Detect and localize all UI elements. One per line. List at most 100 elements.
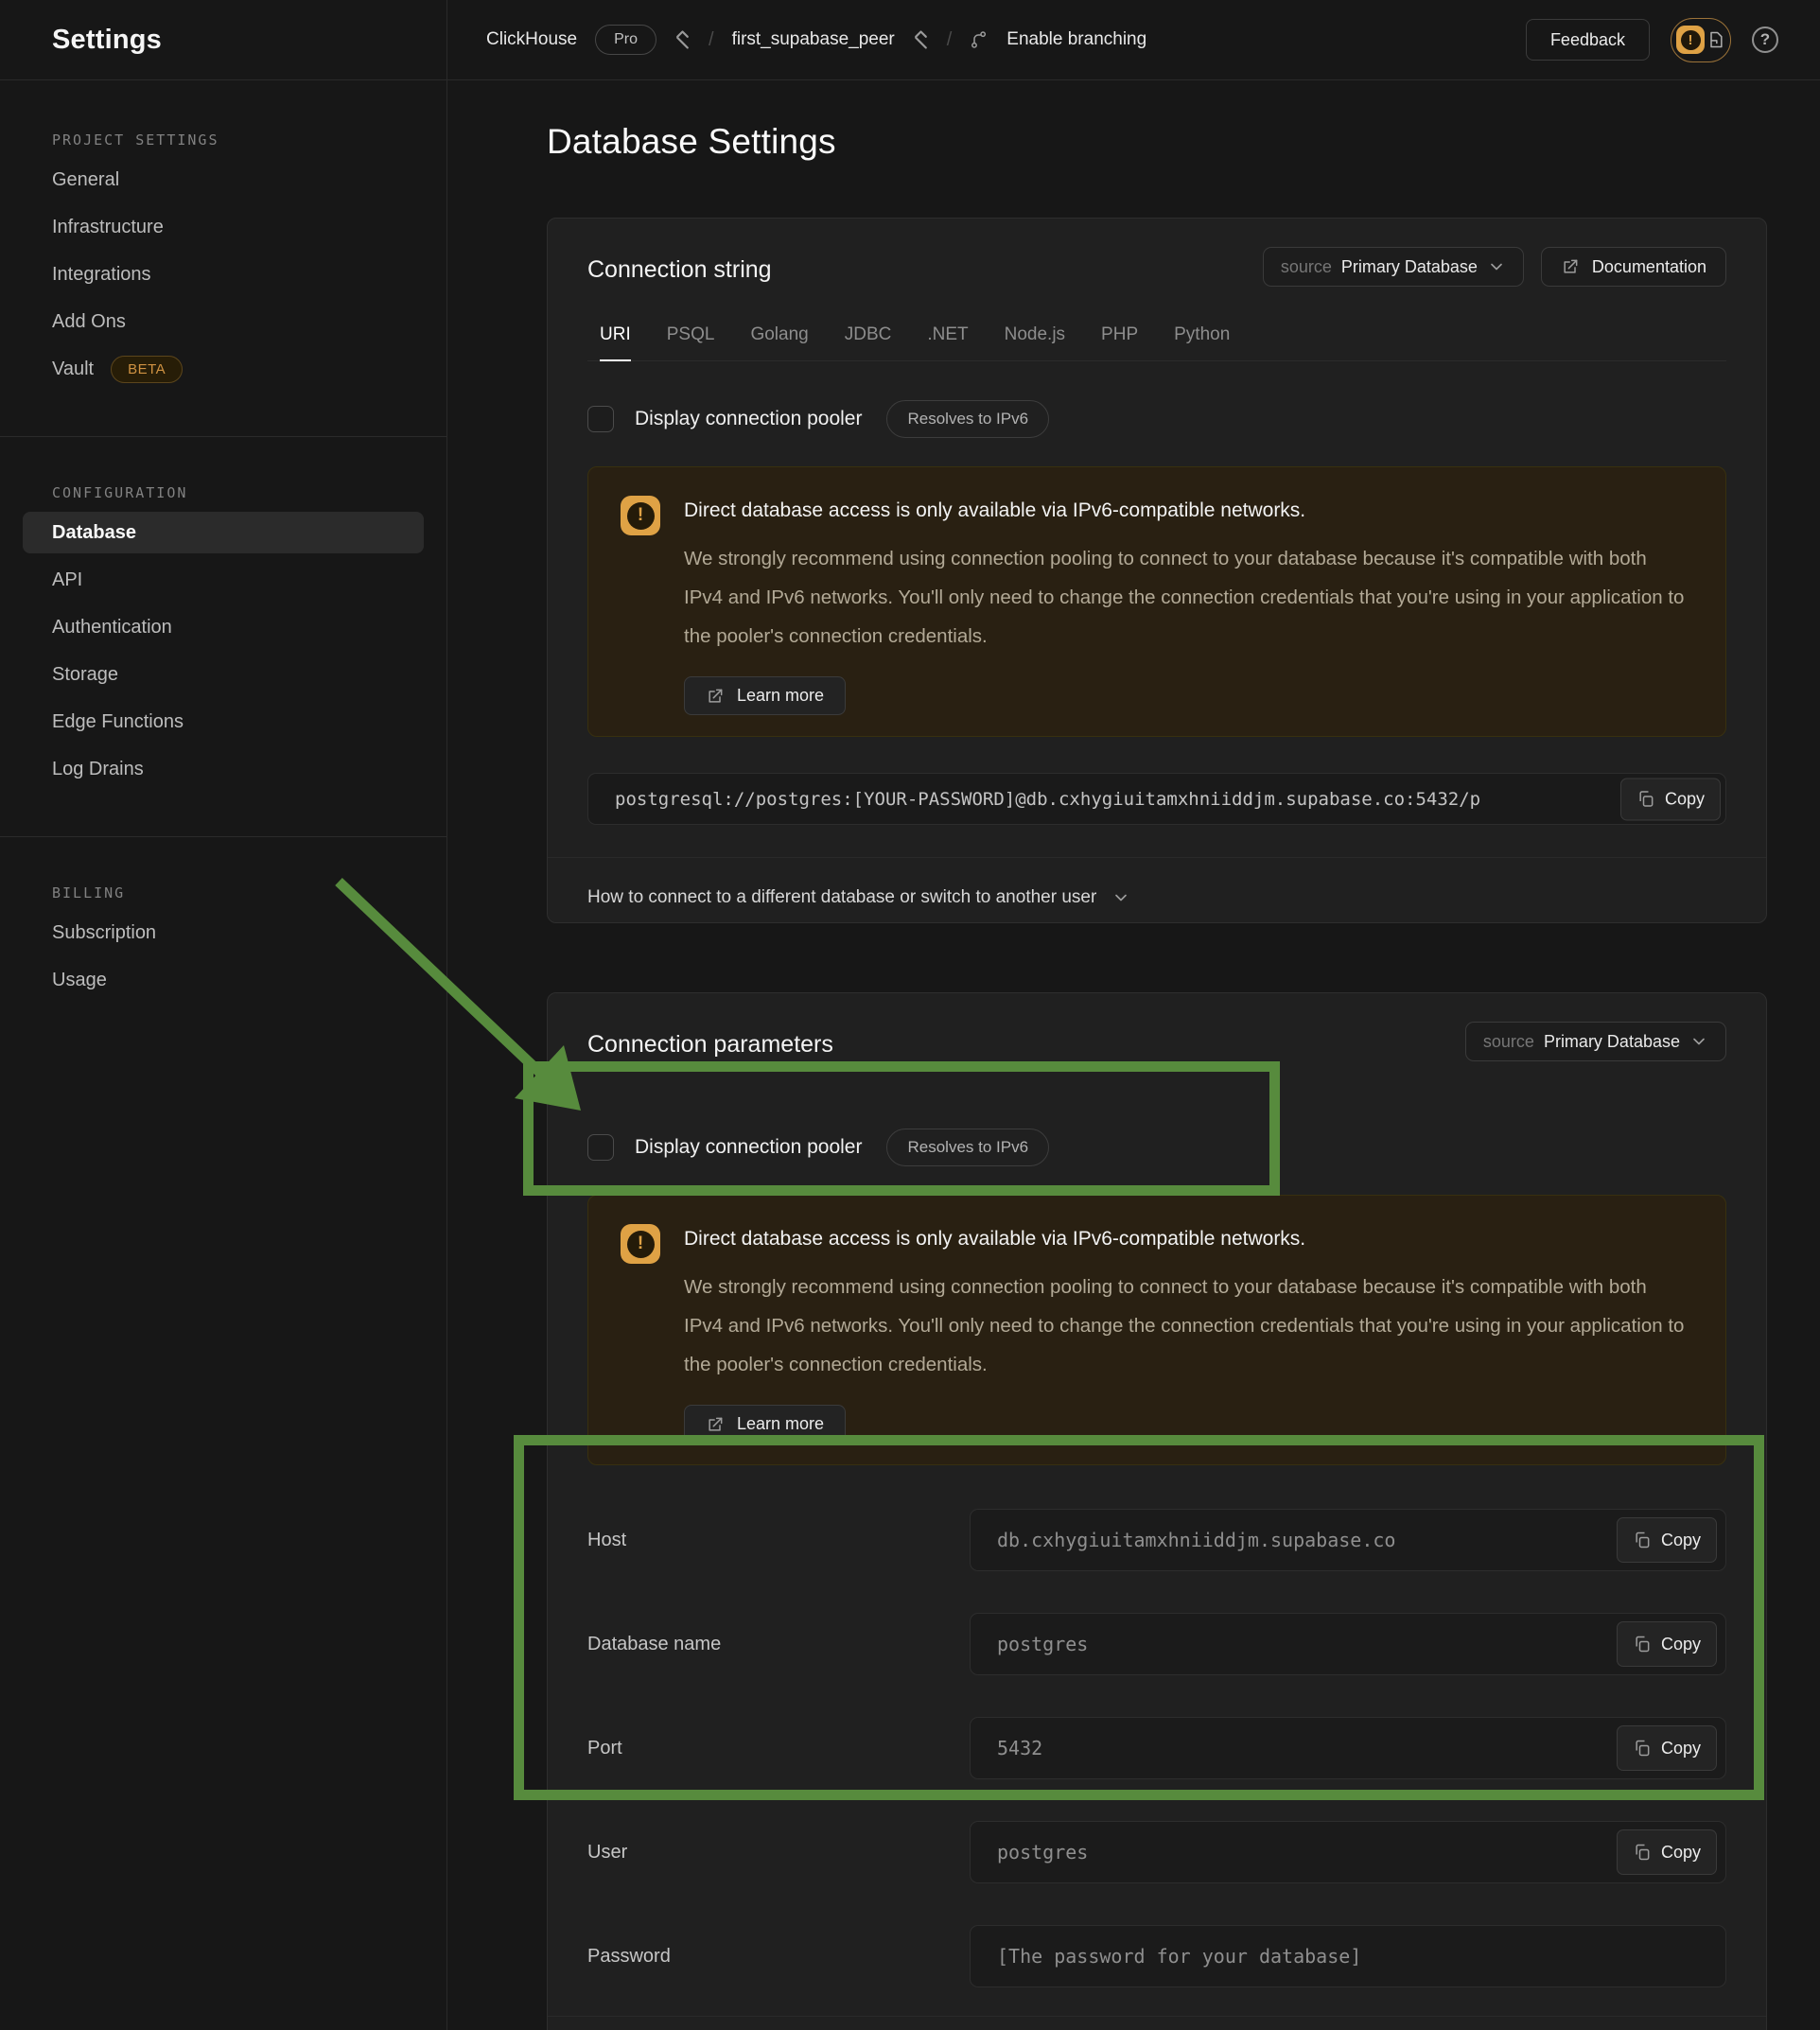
enable-branching-button[interactable]: Enable branching xyxy=(1006,29,1146,50)
connection-parameters-card: Connection parameters source Primary Dat… xyxy=(547,992,1767,2030)
breadcrumb-org[interactable]: ClickHouse xyxy=(486,29,577,50)
copy-button[interactable]: Copy xyxy=(1617,1621,1717,1667)
breadcrumb-project[interactable]: first_supabase_peer xyxy=(732,29,895,50)
copy-icon xyxy=(1633,1739,1652,1758)
chevron-up-down-icon[interactable] xyxy=(913,27,929,52)
tab-uri[interactable]: URI xyxy=(600,324,631,361)
user-field[interactable]: postgres Copy xyxy=(970,1821,1726,1883)
sidebar-item-usage[interactable]: Usage xyxy=(0,956,446,1004)
alert-icon: ! xyxy=(1676,26,1705,54)
sidebar-item-log-drains[interactable]: Log Drains xyxy=(0,745,446,793)
pooler-label: Display connection pooler xyxy=(635,1136,862,1159)
sidebar-item-api[interactable]: API xyxy=(0,556,446,604)
connection-uri-field[interactable]: postgresql://postgres:[YOUR-PASSWORD]@db… xyxy=(587,773,1726,825)
warning-body: We strongly recommend using connection p… xyxy=(684,539,1688,656)
user-row: User postgres Copy xyxy=(587,1821,1726,1883)
sidebar-item-database[interactable]: Database xyxy=(0,509,446,556)
content: Database Settings Connection string sour… xyxy=(447,80,1820,2030)
tab-dotnet[interactable]: .NET xyxy=(927,324,968,360)
copy-button[interactable]: Copy xyxy=(1617,1517,1717,1563)
connect-help-toggle[interactable]: How to connect to a different database o… xyxy=(548,858,1766,937)
copy-button[interactable]: Copy xyxy=(1617,1725,1717,1771)
pooler-label: Display connection pooler xyxy=(635,408,862,430)
card-title: Connection parameters xyxy=(587,1022,833,1059)
copy-button[interactable]: Copy xyxy=(1620,778,1721,820)
source-select[interactable]: source Primary Database xyxy=(1465,1022,1726,1061)
sidebar-item-authentication[interactable]: Authentication xyxy=(0,604,446,651)
port-row: Port 5432 Copy xyxy=(587,1717,1726,1779)
password-field[interactable]: [The password for your database] xyxy=(970,1925,1726,1987)
resolves-to-ipv6-badge: Resolves to IPv6 xyxy=(886,400,1049,438)
sidebar-item-general[interactable]: General xyxy=(0,156,446,203)
password-row: Password [The password for your database… xyxy=(587,1925,1726,1987)
display-connection-pooler-checkbox[interactable] xyxy=(587,1134,614,1161)
alert-icon: ! xyxy=(621,1224,660,1264)
sidebar-item-add-ons[interactable]: Add Ons xyxy=(0,298,446,345)
connection-string-card: Connection string source Primary Databas… xyxy=(547,218,1767,923)
sidebar-item-edge-functions[interactable]: Edge Functions xyxy=(0,698,446,745)
sidebar-divider xyxy=(0,436,446,437)
resolves-to-ipv6-badge: Resolves to IPv6 xyxy=(886,1129,1049,1166)
help-icon[interactable]: ? xyxy=(1752,26,1778,53)
section-label-billing: BILLING xyxy=(0,877,446,909)
chevron-up-down-icon[interactable] xyxy=(674,27,691,52)
topbar-actions: Feedback ! ? xyxy=(1526,18,1778,62)
field-label: Database name xyxy=(587,1634,970,1655)
plan-badge: Pro xyxy=(595,25,656,55)
git-branch-icon xyxy=(970,30,989,49)
database-name-field[interactable]: postgres Copy xyxy=(970,1613,1726,1675)
breadcrumb-separator: / xyxy=(947,29,953,51)
sidebar-item-subscription[interactable]: Subscription xyxy=(0,909,446,956)
connection-uri-value: postgresql://postgres:[YOUR-PASSWORD]@db… xyxy=(615,789,1480,810)
database-name-row: Database name postgres Copy xyxy=(587,1613,1726,1675)
warning-body: We strongly recommend using connection p… xyxy=(684,1268,1688,1384)
sidebar-item-integrations[interactable]: Integrations xyxy=(0,251,446,298)
sidebar-item-vault[interactable]: Vault BETA xyxy=(0,345,446,393)
tab-jdbc[interactable]: JDBC xyxy=(845,324,892,360)
main-area: ClickHouse Pro / first_supabase_peer / E… xyxy=(447,0,1820,2030)
copy-button[interactable]: Copy xyxy=(1617,1829,1717,1875)
app-window: Settings PROJECT SETTINGS General Infras… xyxy=(0,0,1820,2030)
learn-more-button[interactable]: Learn more xyxy=(684,676,846,715)
field-label: Host xyxy=(587,1530,970,1551)
alert-icon: ! xyxy=(621,496,660,535)
copy-icon xyxy=(1636,790,1655,809)
ipv6-warning-callout: ! Direct database access is only availab… xyxy=(587,466,1726,737)
host-row: Host db.cxhygiuitamxhniiddjm.supabase.co… xyxy=(587,1509,1726,1571)
settings-sidebar: Settings PROJECT SETTINGS General Infras… xyxy=(0,0,447,2030)
feedback-button[interactable]: Feedback xyxy=(1526,19,1650,61)
external-link-icon xyxy=(1561,257,1580,276)
field-label: Password xyxy=(587,1946,970,1968)
source-select[interactable]: source Primary Database xyxy=(1263,247,1524,287)
port-field[interactable]: 5432 Copy xyxy=(970,1717,1726,1779)
notification-avatar-button[interactable]: ! xyxy=(1671,18,1731,62)
connection-string-tabs: URI PSQL Golang JDBC .NET Node.js PHP Py… xyxy=(587,324,1726,361)
sidebar-divider xyxy=(0,836,446,837)
tab-php[interactable]: PHP xyxy=(1101,324,1138,360)
beta-badge: BETA xyxy=(111,356,183,383)
sidebar-item-infrastructure[interactable]: Infrastructure xyxy=(0,203,446,251)
learn-more-button[interactable]: Learn more xyxy=(684,1405,846,1444)
breadcrumb: ClickHouse Pro / first_supabase_peer / E… xyxy=(486,25,1146,55)
copy-icon xyxy=(1633,1531,1652,1549)
external-link-icon xyxy=(706,687,725,706)
sidebar-header: Settings xyxy=(0,0,446,80)
breadcrumb-separator: / xyxy=(709,29,714,51)
divider xyxy=(548,2016,1766,2017)
sidebar-item-storage[interactable]: Storage xyxy=(0,651,446,698)
external-link-icon xyxy=(706,1415,725,1434)
tab-golang[interactable]: Golang xyxy=(750,324,808,360)
app-title: Settings xyxy=(52,25,162,56)
warning-title: Direct database access is only available… xyxy=(684,499,1688,523)
tab-psql[interactable]: PSQL xyxy=(667,324,715,360)
copy-icon xyxy=(1633,1843,1652,1862)
copy-icon xyxy=(1633,1635,1652,1654)
ipv6-warning-callout: ! Direct database access is only availab… xyxy=(587,1195,1726,1465)
chevron-down-icon xyxy=(1689,1032,1708,1051)
tab-nodejs[interactable]: Node.js xyxy=(1005,324,1065,360)
documentation-button[interactable]: Documentation xyxy=(1541,247,1726,287)
display-connection-pooler-checkbox[interactable] xyxy=(587,406,614,432)
chevron-down-icon xyxy=(1487,257,1506,276)
tab-python[interactable]: Python xyxy=(1174,324,1230,360)
host-field[interactable]: db.cxhygiuitamxhniiddjm.supabase.co Copy xyxy=(970,1509,1726,1571)
